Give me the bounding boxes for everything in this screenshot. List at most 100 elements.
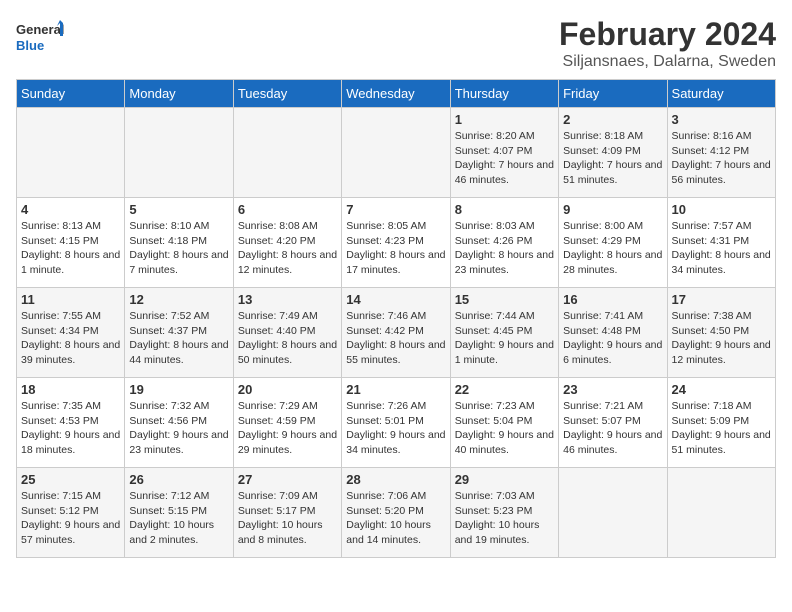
daylight-text: Daylight: 9 hours and 12 minutes.: [672, 338, 771, 367]
day-detail: Sunrise: 8:18 AMSunset: 4:09 PMDaylight:…: [563, 129, 662, 188]
calendar-cell: 22 Sunrise: 7:23 AMSunset: 5:04 PMDayligh…: [450, 378, 558, 468]
calendar-cell: 10Sunrise: 7:57 AMSunset: 4:31 PMDayligh…: [667, 198, 775, 288]
sunrise-text: Sunrise: 7:55 AM: [21, 309, 120, 324]
sunrise-text: Sunrise: 7:26 AM: [346, 399, 445, 414]
day-number: 22: [455, 382, 554, 397]
sunrise-text: Sunrise: 7:44 AM: [455, 309, 554, 324]
sunrise-text: Sunrise: 7:41 AM: [563, 309, 662, 324]
sunrise-text: Sunrise: 7:38 AM: [672, 309, 771, 324]
day-number: 23: [563, 382, 662, 397]
daylight-text: Daylight: 10 hours and 8 minutes.: [238, 518, 337, 547]
calendar-cell: [17, 108, 125, 198]
logo: General Blue: [16, 16, 66, 61]
sunrise-text: Sunrise: 7:29 AM: [238, 399, 337, 414]
day-detail: Sunrise: 7:06 AMSunset: 5:20 PMDaylight:…: [346, 489, 445, 548]
day-number: 6: [238, 202, 337, 217]
daylight-text: Daylight: 9 hours and 6 minutes.: [563, 338, 662, 367]
calendar-cell: 11 Sunrise: 7:55 AMSunset: 4:34 PMDayligh…: [17, 288, 125, 378]
sunset-text: Sunset: 4:50 PM: [672, 324, 771, 339]
sunrise-text: Sunrise: 8:10 AM: [129, 219, 228, 234]
calendar-cell: 25Sunrise: 7:15 AMSunset: 5:12 PMDayligh…: [17, 468, 125, 558]
calendar-cell: [233, 108, 341, 198]
day-number: 13: [238, 292, 337, 307]
weekday-header-wednesday: Wednesday: [342, 80, 450, 108]
sunrise-text: Sunrise: 7:49 AM: [238, 309, 337, 324]
sunset-text: Sunset: 4:59 PM: [238, 414, 337, 429]
sunset-text: Sunset: 5:23 PM: [455, 504, 554, 519]
weekday-header-tuesday: Tuesday: [233, 80, 341, 108]
svg-text:Blue: Blue: [16, 38, 44, 53]
sunset-text: Sunset: 4:37 PM: [129, 324, 228, 339]
sunset-text: Sunset: 5:04 PM: [455, 414, 554, 429]
sunrise-text: Sunrise: 7:52 AM: [129, 309, 228, 324]
sunset-text: Sunset: 4:48 PM: [563, 324, 662, 339]
day-detail: Sunrise: 7:15 AMSunset: 5:12 PMDaylight:…: [21, 489, 120, 548]
weekday-header-saturday: Saturday: [667, 80, 775, 108]
sunset-text: Sunset: 4:29 PM: [563, 234, 662, 249]
day-number: 16: [563, 292, 662, 307]
daylight-text: Daylight: 10 hours and 14 minutes.: [346, 518, 445, 547]
day-detail: Sunrise: 8:03 AMSunset: 4:26 PMDaylight:…: [455, 219, 554, 278]
sunset-text: Sunset: 5:07 PM: [563, 414, 662, 429]
sunrise-text: Sunrise: 7:46 AM: [346, 309, 445, 324]
day-number: 2: [563, 112, 662, 127]
daylight-text: Daylight: 8 hours and 23 minutes.: [455, 248, 554, 277]
day-detail: Sunrise: 7:52 AMSunset: 4:37 PMDaylight:…: [129, 309, 228, 368]
calendar-cell: 1Sunrise: 8:20 AMSunset: 4:07 PMDaylight…: [450, 108, 558, 198]
sunset-text: Sunset: 5:17 PM: [238, 504, 337, 519]
sunset-text: Sunset: 4:07 PM: [455, 144, 554, 159]
sunset-text: Sunset: 4:15 PM: [21, 234, 120, 249]
day-detail: Sunrise: 8:13 AMSunset: 4:15 PMDaylight:…: [21, 219, 120, 278]
calendar-cell: 5Sunrise: 8:10 AMSunset: 4:18 PMDaylight…: [125, 198, 233, 288]
calendar-cell: 28Sunrise: 7:06 AMSunset: 5:20 PMDayligh…: [342, 468, 450, 558]
daylight-text: Daylight: 9 hours and 1 minute.: [455, 338, 554, 367]
sunset-text: Sunset: 4:20 PM: [238, 234, 337, 249]
title-area: February 2024 Siljansnaes, Dalarna, Swed…: [559, 16, 776, 71]
calendar-week-1: 1Sunrise: 8:20 AMSunset: 4:07 PMDaylight…: [17, 108, 776, 198]
calendar-cell: 29Sunrise: 7:03 AMSunset: 5:23 PMDayligh…: [450, 468, 558, 558]
calendar-cell: [559, 468, 667, 558]
sunrise-text: Sunrise: 8:03 AM: [455, 219, 554, 234]
calendar-cell: 2 Sunrise: 8:18 AMSunset: 4:09 PMDaylight…: [559, 108, 667, 198]
daylight-text: Daylight: 8 hours and 7 minutes.: [129, 248, 228, 277]
calendar-cell: 4 Sunrise: 8:13 AMSunset: 4:15 PMDaylight…: [17, 198, 125, 288]
sunset-text: Sunset: 4:23 PM: [346, 234, 445, 249]
day-detail: Sunrise: 7:38 AMSunset: 4:50 PMDaylight:…: [672, 309, 771, 368]
day-detail: Sunrise: 8:16 AMSunset: 4:12 PMDaylight:…: [672, 129, 771, 188]
sub-title: Siljansnaes, Dalarna, Sweden: [559, 53, 776, 71]
daylight-text: Daylight: 8 hours and 44 minutes.: [129, 338, 228, 367]
day-detail: Sunrise: 7:29 AMSunset: 4:59 PMDaylight:…: [238, 399, 337, 458]
sunset-text: Sunset: 4:12 PM: [672, 144, 771, 159]
day-number: 11: [21, 292, 120, 307]
daylight-text: Daylight: 8 hours and 55 minutes.: [346, 338, 445, 367]
day-number: 17: [672, 292, 771, 307]
day-number: 12: [129, 292, 228, 307]
day-detail: Sunrise: 7:55 AMSunset: 4:34 PMDaylight:…: [21, 309, 120, 368]
weekday-header-friday: Friday: [559, 80, 667, 108]
day-detail: Sunrise: 7:03 AMSunset: 5:23 PMDaylight:…: [455, 489, 554, 548]
calendar-cell: 17 Sunrise: 7:38 AMSunset: 4:50 PMDayligh…: [667, 288, 775, 378]
daylight-text: Daylight: 8 hours and 17 minutes.: [346, 248, 445, 277]
day-number: 7: [346, 202, 445, 217]
calendar-week-3: 11 Sunrise: 7:55 AMSunset: 4:34 PMDayligh…: [17, 288, 776, 378]
calendar-cell: 16 Sunrise: 7:41 AMSunset: 4:48 PMDayligh…: [559, 288, 667, 378]
weekday-header-row: SundayMondayTuesdayWednesdayThursdayFrid…: [17, 80, 776, 108]
calendar-week-5: 25Sunrise: 7:15 AMSunset: 5:12 PMDayligh…: [17, 468, 776, 558]
day-number: 4: [21, 202, 120, 217]
calendar-cell: 15Sunrise: 7:44 AMSunset: 4:45 PMDayligh…: [450, 288, 558, 378]
sunset-text: Sunset: 4:40 PM: [238, 324, 337, 339]
day-number: 26: [129, 472, 228, 487]
sunset-text: Sunset: 4:26 PM: [455, 234, 554, 249]
day-number: 18: [21, 382, 120, 397]
daylight-text: Daylight: 10 hours and 19 minutes.: [455, 518, 554, 547]
sunset-text: Sunset: 4:56 PM: [129, 414, 228, 429]
logo-svg: General Blue: [16, 16, 66, 61]
calendar-cell: 14Sunrise: 7:46 AMSunset: 4:42 PMDayligh…: [342, 288, 450, 378]
sunrise-text: Sunrise: 7:15 AM: [21, 489, 120, 504]
calendar-cell: 7Sunrise: 8:05 AMSunset: 4:23 PMDaylight…: [342, 198, 450, 288]
day-detail: Sunrise: 7:23 AMSunset: 5:04 PMDaylight:…: [455, 399, 554, 458]
daylight-text: Daylight: 9 hours and 29 minutes.: [238, 428, 337, 457]
day-number: 5: [129, 202, 228, 217]
daylight-text: Daylight: 8 hours and 28 minutes.: [563, 248, 662, 277]
day-detail: Sunrise: 7:41 AMSunset: 4:48 PMDaylight:…: [563, 309, 662, 368]
